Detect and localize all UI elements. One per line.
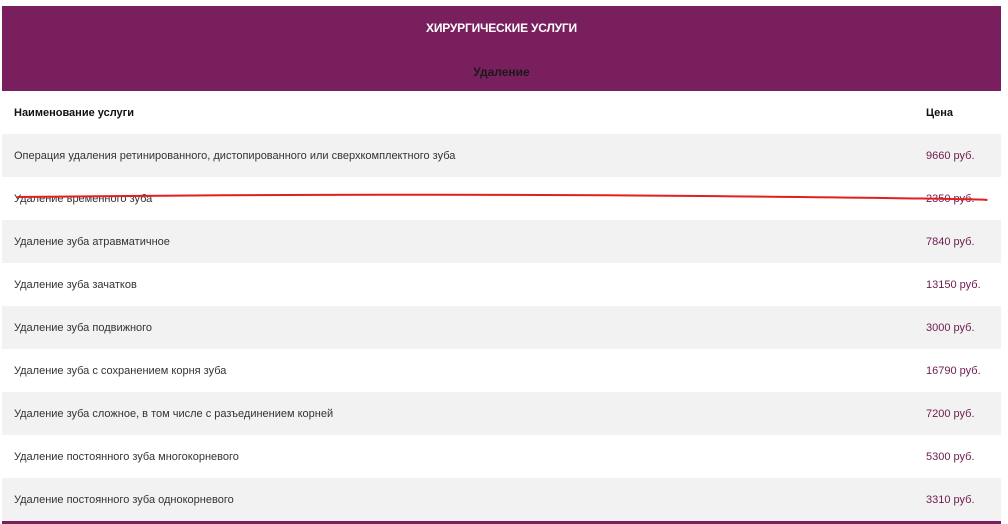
table-row: Удаление зуба подвижного 3000 руб. bbox=[2, 306, 1001, 349]
column-header-price: Цена bbox=[926, 106, 954, 119]
service-price: 7840 руб. bbox=[926, 235, 975, 248]
service-name: Удаление зуба зачатков bbox=[14, 278, 137, 291]
table-row: Операция удаления ретинированного, дисто… bbox=[2, 134, 1001, 177]
price-table: ХИРУРГИЧЕСКИЕ УСЛУГИ Удаление Наименован… bbox=[2, 6, 1001, 524]
column-header-row: Наименование услуги Цена bbox=[2, 91, 1001, 134]
service-name: Удаление зуба атравматичное bbox=[14, 235, 170, 248]
service-name: Удаление зуба подвижного bbox=[14, 321, 153, 334]
service-name: Удаление постоянного зуба однокорневого bbox=[14, 493, 234, 506]
service-price: 2350 руб. bbox=[926, 192, 975, 205]
table-row: Удаление зуба зачатков 13150 руб. bbox=[2, 263, 1001, 306]
service-price: 5300 руб. bbox=[926, 450, 975, 463]
table-row: Удаление зуба атравматичное 7840 руб. bbox=[2, 220, 1001, 263]
service-name: Удаление зуба сложное, в том числе с раз… bbox=[14, 407, 334, 420]
table-row: Удаление постоянного зуба многокорневого… bbox=[2, 435, 1001, 478]
table-header: ХИРУРГИЧЕСКИЕ УСЛУГИ Удаление bbox=[2, 6, 1001, 91]
service-price: 16790 руб. bbox=[926, 364, 981, 377]
table-row: Удаление зуба с сохранением корня зуба 1… bbox=[2, 349, 1001, 392]
service-price: 3310 руб. bbox=[926, 493, 975, 506]
service-price: 13150 руб. bbox=[926, 278, 981, 291]
table-row: Удаление постоянного зуба однокорневого … bbox=[2, 478, 1001, 521]
table-row: Удаление зуба сложное, в том числе с раз… bbox=[2, 392, 1001, 435]
section-title: ХИРУРГИЧЕСКИЕ УСЛУГИ bbox=[426, 21, 577, 35]
column-header-name: Наименование услуги bbox=[14, 106, 135, 119]
service-name: Удаление зуба с сохранением корня зуба bbox=[14, 364, 227, 377]
service-name: Удаление временного зуба bbox=[14, 192, 153, 205]
service-price: 7200 руб. bbox=[926, 407, 975, 420]
service-name: Операция удаления ретинированного, дисто… bbox=[14, 149, 456, 162]
service-name: Удаление постоянного зуба многокорневого bbox=[14, 450, 239, 463]
table-row: Удаление временного зуба 2350 руб. bbox=[2, 177, 1001, 220]
section-subtitle: Удаление bbox=[473, 65, 530, 79]
service-price: 9660 руб. bbox=[926, 149, 975, 162]
service-price: 3000 руб. bbox=[926, 321, 975, 334]
